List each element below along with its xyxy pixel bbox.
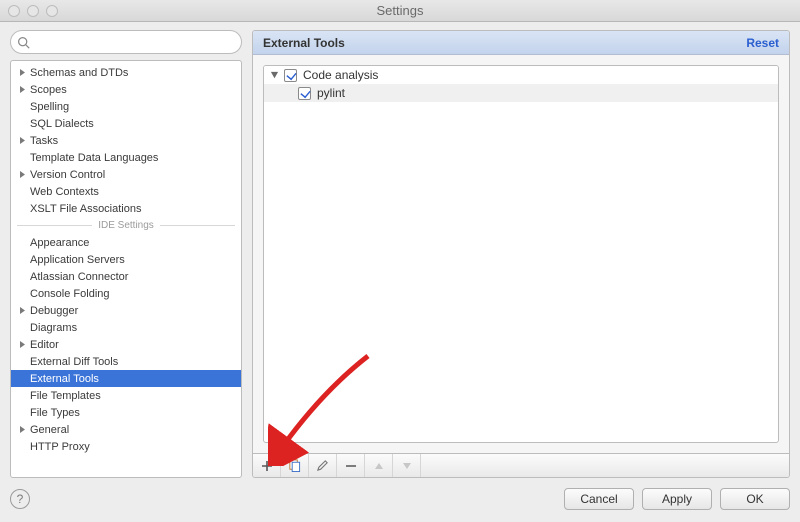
sidebar-item[interactable]: Diagrams: [11, 319, 241, 336]
window-title: Settings: [0, 3, 800, 18]
copy-button[interactable]: [281, 454, 309, 477]
traffic-zoom[interactable]: [46, 5, 58, 17]
settings-tree[interactable]: Schemas and DTDs Scopes Spelling SQL Dialec…: [10, 60, 242, 478]
sidebar-item-label: Debugger: [30, 305, 78, 317]
minus-icon: [345, 460, 357, 472]
sidebar-item[interactable]: Atlassian Connector: [11, 268, 241, 285]
sidebar-item[interactable]: Tasks: [11, 132, 241, 149]
sidebar-item-label: Editor: [30, 339, 59, 351]
sidebar-item[interactable]: File Types: [11, 404, 241, 421]
apply-button[interactable]: Apply: [642, 488, 712, 510]
triangle-down-icon: [402, 461, 412, 471]
sidebar-item-label: Application Servers: [30, 254, 125, 266]
sidebar-item[interactable]: Scopes: [11, 81, 241, 98]
sidebar-item[interactable]: Web Contexts: [11, 183, 241, 200]
help-icon: ?: [17, 492, 24, 506]
chevron-right-icon: [17, 306, 28, 315]
sidebar-item[interactable]: External Diff Tools: [11, 353, 241, 370]
ok-button[interactable]: OK: [720, 488, 790, 510]
sidebar-item[interactable]: XSLT File Associations: [11, 200, 241, 217]
group-label: Code analysis: [303, 68, 378, 82]
edit-button[interactable]: [309, 454, 337, 477]
plus-icon: [261, 460, 273, 472]
tools-toolbar: [253, 453, 789, 477]
sidebar-item-label: Version Control: [30, 169, 105, 181]
sidebar-item[interactable]: SQL Dialects: [11, 115, 241, 132]
sidebar-item-label: Schemas and DTDs: [30, 67, 128, 79]
sidebar-item[interactable]: Template Data Languages: [11, 149, 241, 166]
tools-list[interactable]: Code analysis pylint: [263, 65, 779, 443]
sidebar-item-label: Appearance: [30, 237, 89, 249]
reset-link[interactable]: Reset: [746, 36, 779, 50]
sidebar-item[interactable]: HTTP Proxy: [11, 438, 241, 455]
chevron-right-icon: [17, 136, 28, 145]
sidebar-section-divider: IDE Settings: [17, 220, 235, 231]
move-down-button[interactable]: [393, 454, 421, 477]
panel-title: External Tools: [263, 36, 345, 50]
sidebar-section-label: IDE Settings: [92, 220, 160, 231]
sidebar-item-label: Atlassian Connector: [30, 271, 128, 283]
search-icon: [17, 36, 30, 49]
sidebar-item-label: Scopes: [30, 84, 67, 96]
sidebar-item[interactable]: Spelling: [11, 98, 241, 115]
item-checkbox[interactable]: [298, 87, 311, 100]
sidebar-item-label: File Types: [30, 407, 80, 419]
sidebar-item[interactable]: Editor: [11, 336, 241, 353]
sidebar-item-label: External Diff Tools: [30, 356, 118, 368]
sidebar-item[interactable]: Debugger: [11, 302, 241, 319]
sidebar-item-label: Spelling: [30, 101, 69, 113]
sidebar-item[interactable]: Appearance: [11, 234, 241, 251]
copy-icon: [288, 459, 301, 472]
search-field[interactable]: [10, 30, 242, 54]
sidebar-item-label: External Tools: [30, 373, 99, 385]
tools-group-row[interactable]: Code analysis: [264, 66, 778, 84]
pencil-icon: [316, 459, 329, 472]
tools-item-row[interactable]: pylint: [264, 84, 778, 102]
add-button[interactable]: [253, 454, 281, 477]
sidebar-item-label: Tasks: [30, 135, 58, 147]
sidebar-item-label: Diagrams: [30, 322, 77, 334]
sidebar-item[interactable]: Console Folding: [11, 285, 241, 302]
sidebar-item-label: Web Contexts: [30, 186, 99, 198]
disclosure-triangle-icon[interactable]: [268, 71, 280, 80]
chevron-right-icon: [17, 85, 28, 94]
window-titlebar: Settings: [0, 0, 800, 22]
help-button[interactable]: ?: [10, 489, 30, 509]
sidebar-item[interactable]: Version Control: [11, 166, 241, 183]
sidebar-item-label: General: [30, 424, 69, 436]
sidebar-item-label: HTTP Proxy: [30, 441, 90, 453]
traffic-minimize[interactable]: [27, 5, 39, 17]
cancel-button[interactable]: Cancel: [564, 488, 634, 510]
chevron-right-icon: [17, 170, 28, 179]
sidebar-item-label: SQL Dialects: [30, 118, 94, 130]
search-input[interactable]: [30, 36, 235, 48]
sidebar-item-label: File Templates: [30, 390, 101, 402]
sidebar-item[interactable]: Application Servers: [11, 251, 241, 268]
sidebar-item[interactable]: General: [11, 421, 241, 438]
remove-button[interactable]: [337, 454, 365, 477]
chevron-right-icon: [17, 68, 28, 77]
traffic-close[interactable]: [8, 5, 20, 17]
sidebar-item[interactable]: Schemas and DTDs: [11, 64, 241, 81]
sidebar-item-label: Template Data Languages: [30, 152, 158, 164]
chevron-right-icon: [17, 340, 28, 349]
group-checkbox[interactable]: [284, 69, 297, 82]
sidebar-item-label: XSLT File Associations: [30, 203, 141, 215]
sidebar-item-label: Console Folding: [30, 288, 110, 300]
sidebar-item[interactable]: External Tools: [11, 370, 241, 387]
sidebar-item[interactable]: File Templates: [11, 387, 241, 404]
chevron-right-icon: [17, 425, 28, 434]
move-up-button[interactable]: [365, 454, 393, 477]
triangle-up-icon: [374, 461, 384, 471]
item-label: pylint: [317, 86, 345, 100]
